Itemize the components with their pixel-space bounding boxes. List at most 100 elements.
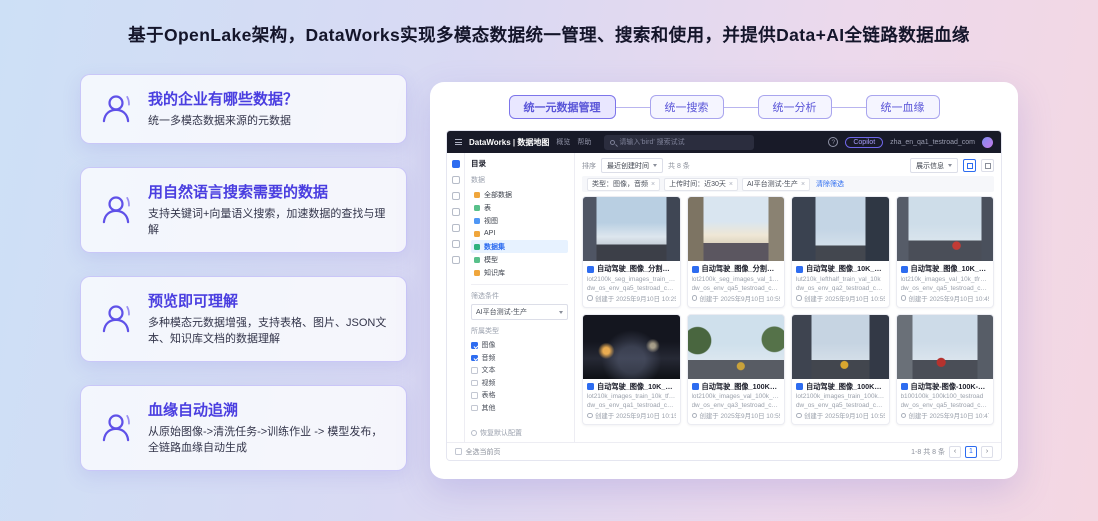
feature-card-lineage: 血缘自动追溯 从原始图像->清洗任务->训练作业 -> 模型发布，全链路血缘自动… <box>80 384 407 471</box>
dataset-card[interactable]: 自动驾驶_图像_10K_验证集 lut210k_lefthalf_train_v… <box>791 196 890 308</box>
filter-chip-project[interactable]: AI平台测试-生产 × <box>741 177 811 191</box>
dataset-source: dw_os_env_qa5_testroad_com <box>587 284 676 292</box>
copilot-button[interactable]: Copilot <box>845 136 884 148</box>
page-number[interactable]: 1 <box>965 445 977 458</box>
result-count: 共 8 条 <box>668 162 690 170</box>
reset-filters-button[interactable]: 恢复默认配置 <box>471 428 568 438</box>
clear-filters-link[interactable]: 清除筛选 <box>816 179 844 189</box>
menu-icon[interactable] <box>455 139 462 145</box>
home-icon[interactable] <box>451 160 460 168</box>
catalog-icon[interactable] <box>451 176 460 184</box>
list-view-button[interactable] <box>981 159 994 172</box>
close-icon[interactable]: × <box>729 181 733 188</box>
dataset-card[interactable]: 自动驾驶_图像_100K_验证集 lot2100k_images_val_100… <box>686 313 785 426</box>
nav-item-overview[interactable]: 概览 <box>556 137 570 147</box>
dataset-card[interactable]: 自动驾驶_图像_分割专用_10K_训练集 lot2100k_seg_images… <box>582 196 681 308</box>
dataset-badge-icon <box>691 265 699 273</box>
user-data-icon <box>96 89 136 129</box>
sidebar-item-table[interactable]: 表 <box>471 201 568 214</box>
nav-item-help[interactable]: 帮助 <box>577 137 591 147</box>
dataset-badge-icon <box>587 265 594 273</box>
clock-icon <box>796 412 802 419</box>
type-filter-label: 所属类型 <box>471 328 499 335</box>
sidebar-item-api[interactable]: API <box>471 227 568 240</box>
checkbox[interactable] <box>471 404 478 411</box>
filter-option-text[interactable]: 文本 <box>471 364 568 377</box>
dataset-thumbnail <box>896 197 993 261</box>
pill-metadata[interactable]: 统一元数据管理 <box>508 95 616 119</box>
filter-chip-time[interactable]: 上传时间：近30天 × <box>664 177 738 191</box>
filter-option-audio[interactable]: 音频 <box>471 352 568 365</box>
dataset-id: lot2100k_seg_images_train_10k_tfrecord <box>587 275 676 283</box>
feature-subtitle: 统一多模态数据来源的元数据 <box>148 115 291 127</box>
dataset-icon[interactable] <box>451 224 460 232</box>
capability-pills: 统一元数据管理 统一搜索 统一分析 统一血缘 <box>446 95 1002 119</box>
app-body: 目录 数据 全部数据 表 视图 API 数据集 模型 知识库 筛选条件 AI平台… <box>447 153 1001 442</box>
api-icon[interactable] <box>451 208 460 216</box>
checkbox[interactable] <box>471 379 478 386</box>
avatar[interactable] <box>982 136 993 148</box>
user-account[interactable]: zha_en_qa1_testroad_com <box>890 139 975 146</box>
pill-lineage[interactable]: 统一血缘 <box>865 95 940 119</box>
pagination-range: 1-8 共 8 条 <box>911 448 945 456</box>
pill-connector <box>831 106 866 108</box>
dataset-card[interactable]: 自动驾驶_图像_10K_验证集 lot210k_images_val_10k_t… <box>895 196 994 308</box>
sidebar-item-dataset[interactable]: 数据集 <box>471 240 568 253</box>
help-icon[interactable]: ? <box>828 137 839 147</box>
filter-title: 筛选条件 <box>471 293 499 300</box>
clock-icon <box>691 412 697 419</box>
dataset-title: 自动驾驶_图像_10K_训练集 <box>587 382 676 392</box>
dataset-thumbnail <box>687 197 784 261</box>
dataset-badge-icon <box>900 265 908 273</box>
dataset-source: dw_os_env_qa5_testroad_com <box>900 284 990 292</box>
sidebar-item-view[interactable]: 视图 <box>471 214 568 227</box>
settings-icon[interactable] <box>451 256 460 264</box>
app-logo: DataWorks | 数据地图 <box>469 137 550 147</box>
grid-view-button[interactable] <box>963 159 976 172</box>
chevron-down-icon <box>948 164 952 167</box>
list-toolbar: 排序 最近创建时间 共 8 条 展示信息 <box>582 157 994 174</box>
feature-text: 用自然语言搜索需要的数据 支持关键词+向量语义搜索，加速数据的查找与理解 <box>148 181 391 239</box>
sidebar-item-kb[interactable]: 知识库 <box>471 266 568 279</box>
sidebar-item-all[interactable]: 全部数据 <box>471 188 568 201</box>
checkbox[interactable] <box>471 354 478 361</box>
global-search-input[interactable]: 请输入'bird' 搜索试试 <box>604 134 755 150</box>
dataset-card[interactable]: 自动驾驶_图像_分割专用_10K_验证集 lot2100k_seg_images… <box>686 196 785 308</box>
pill-analysis[interactable]: 统一分析 <box>757 95 832 119</box>
model-icon[interactable] <box>451 240 460 248</box>
checkbox[interactable] <box>471 367 478 374</box>
filter-option-tabular[interactable]: 表格 <box>471 389 568 402</box>
filter-option-other[interactable]: 其他 <box>471 402 568 415</box>
dataset-card[interactable]: 自动驾驶-图像-100K-训练集 b100100k_100k100_testro… <box>895 313 994 426</box>
feature-title: 预览即可理解 <box>148 292 239 310</box>
dataset-card[interactable]: 自动驾驶_图像_10K_训练集 lot210k_images_train_10k… <box>582 313 681 426</box>
feature-subtitle: 支持关键词+向量语义搜索，加速数据的查找与理解 <box>148 207 386 237</box>
dataset-badge-icon <box>900 383 908 391</box>
checkbox[interactable] <box>471 342 478 349</box>
checkbox[interactable] <box>471 392 478 399</box>
reset-icon <box>471 430 477 436</box>
feature-title: 用自然语言搜索需要的数据 <box>148 183 329 201</box>
table-icon[interactable] <box>451 192 460 200</box>
project-select[interactable]: AI平台测试-生产 <box>471 304 568 320</box>
sort-select[interactable]: 最近创建时间 <box>601 158 663 173</box>
chevron-down-icon <box>653 164 657 167</box>
dataset-title: 自动驾驶_图像_100K_训练集 <box>796 382 885 392</box>
feature-title: 我的企业有哪些数据？ <box>148 91 299 108</box>
dataset-card[interactable]: 自动驾驶_图像_100K_训练集 lot2100k_images_train_1… <box>791 313 890 426</box>
sidebar-item-model[interactable]: 模型 <box>471 253 568 266</box>
filter-chip-type[interactable]: 类型：图像，音频 × <box>587 177 661 191</box>
feature-text: 我的企业有哪些数据？ 统一多模态数据来源的元数据 <box>148 88 298 130</box>
close-icon[interactable]: × <box>651 181 655 188</box>
close-icon[interactable]: × <box>801 181 805 188</box>
table-icon <box>474 204 480 211</box>
filter-option-image[interactable]: 图像 <box>471 339 568 352</box>
select-all-checkbox[interactable] <box>455 448 462 455</box>
next-page-button[interactable]: › <box>981 445 993 458</box>
dataset-grid: 自动驾驶_图像_分割专用_10K_训练集 lot2100k_seg_images… <box>582 196 994 442</box>
filter-option-video[interactable]: 视频 <box>471 377 568 390</box>
prev-page-button[interactable]: ‹ <box>949 445 961 458</box>
pill-search[interactable]: 统一搜索 <box>649 95 724 119</box>
dataset-badge-icon <box>691 383 699 391</box>
display-settings-button[interactable]: 展示信息 <box>910 158 958 173</box>
